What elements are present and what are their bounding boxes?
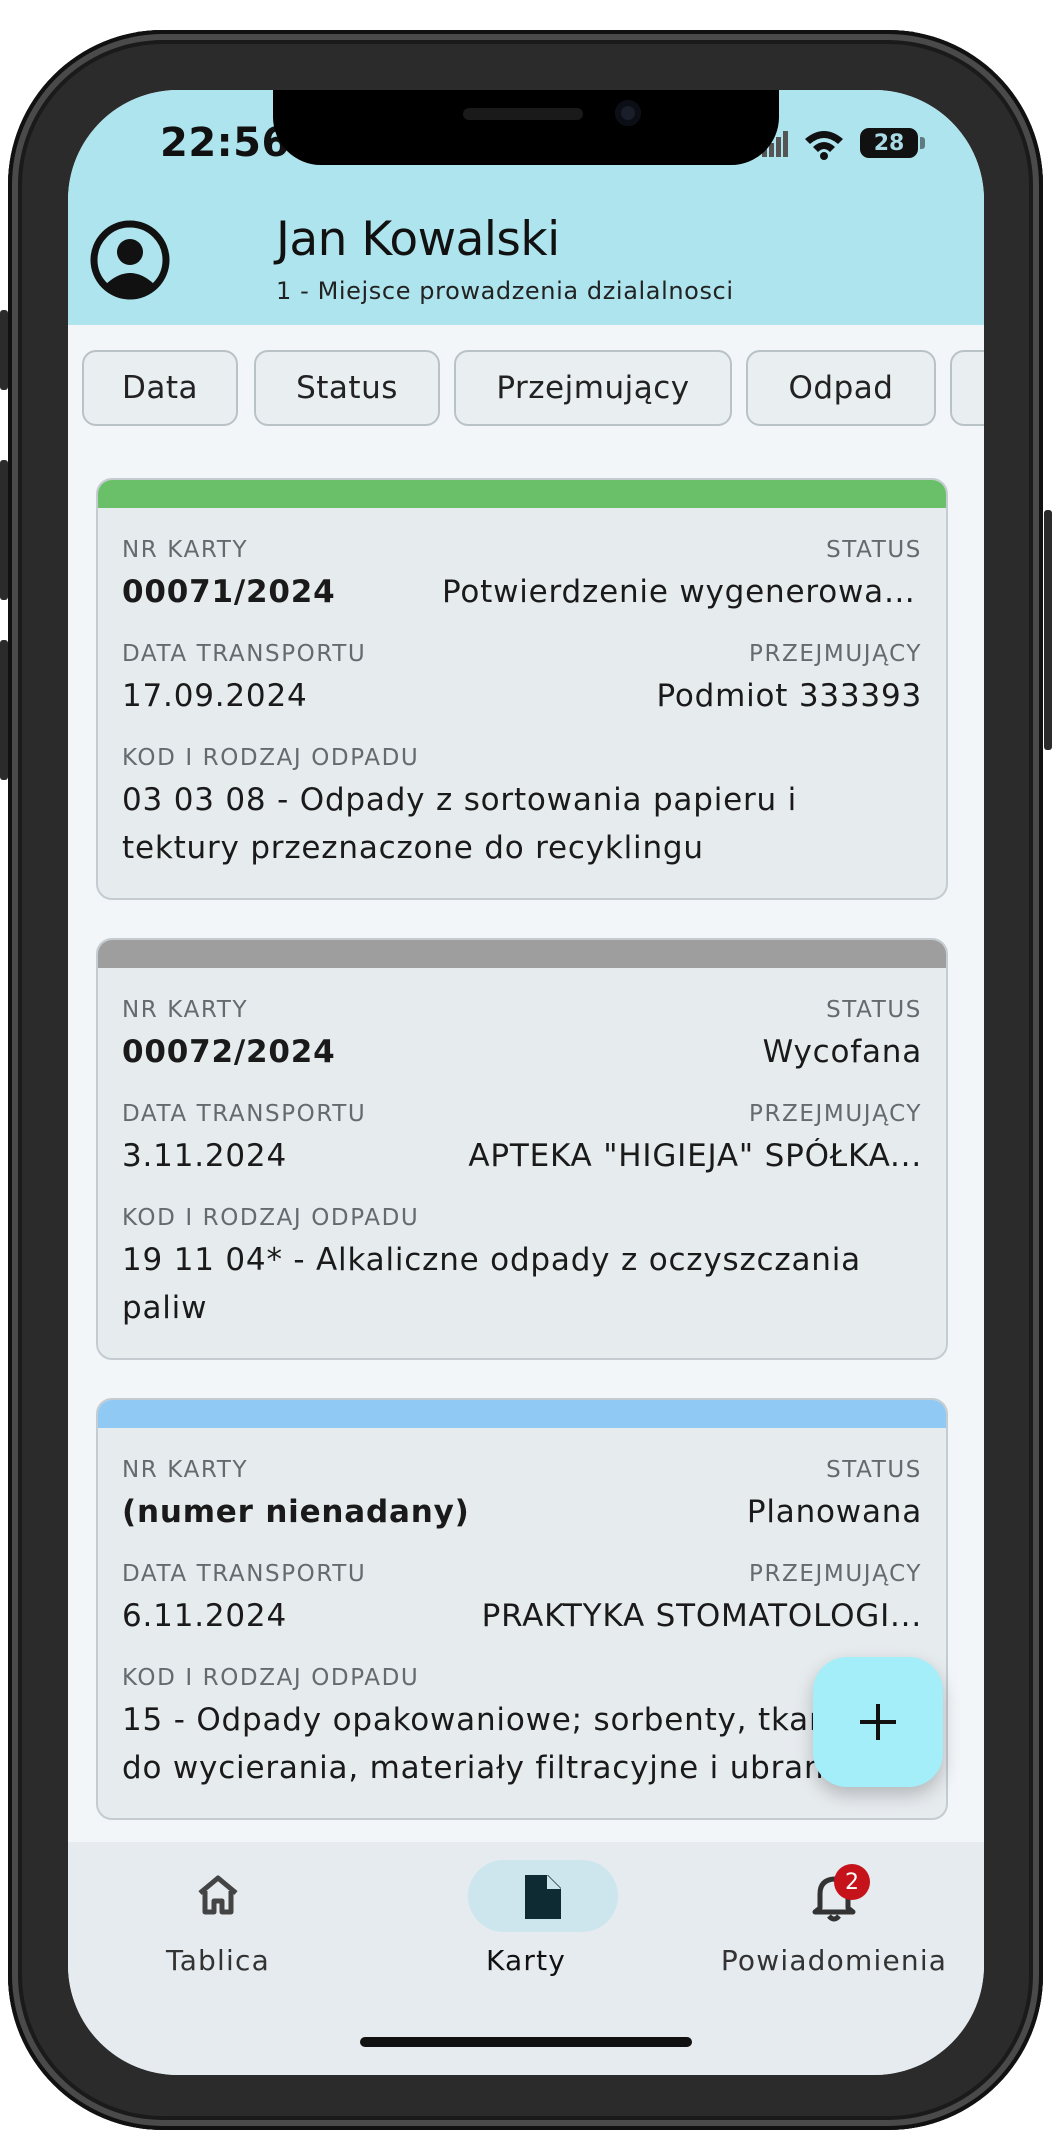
- card-number-label: NR KARTY: [122, 997, 249, 1023]
- account-icon[interactable]: [90, 220, 170, 300]
- waste-description: 15 - Odpady opakowaniowe; sorbenty, tkan…: [122, 1702, 885, 1786]
- plus-icon: [860, 1704, 896, 1740]
- card-number: 00071/2024: [122, 574, 336, 610]
- filter-chip-more[interactable]: [950, 350, 984, 426]
- user-name: Jan Kowalski: [276, 212, 560, 267]
- transport-date: 3.11.2024: [122, 1138, 287, 1174]
- filter-chips: Data Status Przejmujący Odpad: [82, 350, 984, 430]
- transport-date-label: DATA TRANSPORTU: [122, 1561, 367, 1587]
- nav-label-notifications: Powiadomienia: [720, 1944, 948, 1977]
- notification-badge: 2: [834, 1864, 870, 1900]
- nav-label-dashboard: Tablica: [166, 1944, 270, 1977]
- status-label: STATUS: [826, 1457, 922, 1483]
- filter-chip-date[interactable]: Data: [82, 350, 238, 426]
- waste-description: 19 11 04* - Alkaliczne odpady z oczyszcz…: [122, 1242, 861, 1326]
- card-status: Planowana: [746, 1494, 922, 1530]
- receiver: APTEKA "HIGIEJA" SPÓŁKA...: [468, 1138, 922, 1174]
- status-label: STATUS: [826, 997, 922, 1023]
- home-icon: [198, 1875, 238, 1915]
- status-color-bar: [98, 1400, 946, 1428]
- battery-tip: [920, 137, 925, 149]
- volume-up-button: [0, 460, 8, 600]
- status-label: STATUS: [826, 537, 922, 563]
- add-card-button[interactable]: [813, 1657, 943, 1787]
- clock: 22:56: [160, 120, 290, 166]
- receiver-label: PRZEJMUJĄCY: [748, 641, 922, 667]
- battery-indicator: 28: [860, 128, 918, 158]
- receiver: PRAKTYKA STOMATOLOGI...: [481, 1598, 922, 1634]
- app-screen: Jan Kowalski 1 - Miejsce prowadzenia dzi…: [68, 90, 984, 2075]
- card-status: Potwierdzenie wygenerowane: [442, 574, 922, 610]
- waste-card[interactable]: NR KARTY STATUS 00072/2024 Wycofana DATA…: [96, 938, 948, 1360]
- status-color-bar: [98, 480, 946, 508]
- nav-item-dashboard[interactable]: Tablica: [68, 1842, 368, 2012]
- document-icon: [525, 1875, 561, 1919]
- wifi-icon: [805, 131, 843, 160]
- card-status: Wycofana: [762, 1034, 922, 1070]
- nav-label-cards: Karty: [485, 1944, 567, 1977]
- receiver-label: PRZEJMUJĄCY: [748, 1101, 922, 1127]
- card-number-label: NR KARTY: [122, 537, 249, 563]
- waste-description: 03 03 08 - Odpady z sortowania papieru i…: [122, 782, 798, 866]
- volume-down-button: [0, 640, 8, 780]
- receiver: Podmiot 333393: [656, 678, 922, 714]
- device-notch: [273, 90, 779, 165]
- filter-chip-waste[interactable]: Odpad: [746, 350, 936, 426]
- receiver-label: PRZEJMUJĄCY: [748, 1561, 922, 1587]
- nav-item-notifications[interactable]: 2 Powiadomienia: [684, 1842, 984, 2012]
- mute-switch: [0, 310, 8, 390]
- waste-card[interactable]: NR KARTY STATUS 00071/2024 Potwierdzenie…: [96, 478, 948, 900]
- filter-chip-receiver[interactable]: Przejmujący: [454, 350, 732, 426]
- transport-date: 6.11.2024: [122, 1598, 287, 1634]
- waste-label: KOD I RODZAJ ODPADU: [122, 1665, 420, 1691]
- transport-date: 17.09.2024: [122, 678, 308, 714]
- transport-date-label: DATA TRANSPORTU: [122, 641, 367, 667]
- status-color-bar: [98, 940, 946, 968]
- card-number: 00072/2024: [122, 1034, 336, 1070]
- waste-label: KOD I RODZAJ ODPADU: [122, 745, 420, 771]
- card-number: (numer nienadany): [122, 1494, 470, 1530]
- waste-label: KOD I RODZAJ ODPADU: [122, 1205, 420, 1231]
- power-button: [1044, 510, 1052, 750]
- filter-chip-status[interactable]: Status: [254, 350, 440, 426]
- card-number-label: NR KARTY: [122, 1457, 249, 1483]
- nav-item-cards[interactable]: Karty: [376, 1842, 676, 2012]
- transport-date-label: DATA TRANSPORTU: [122, 1101, 367, 1127]
- home-indicator: [360, 2037, 692, 2047]
- business-location[interactable]: 1 - Miejsce prowadzenia dzialalnosci: [276, 277, 734, 305]
